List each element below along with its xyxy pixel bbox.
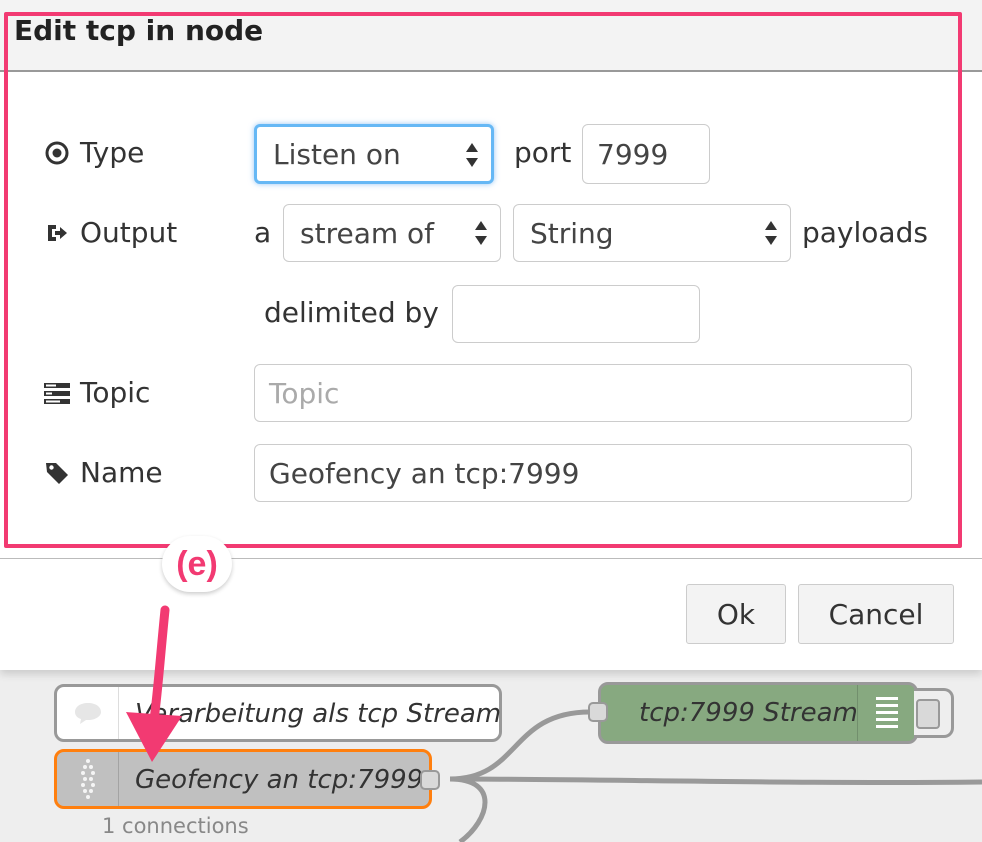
dialog-header: Edit tcp in node <box>0 0 982 72</box>
select-arrows-icon <box>765 221 777 245</box>
output-mode-select[interactable]: stream of <box>283 204 501 262</box>
select-arrows-icon <box>466 143 478 167</box>
name-input-value: Geofency an tcp:7999 <box>269 456 580 490</box>
type-label: Type <box>80 136 145 169</box>
topic-label: Topic <box>80 376 151 409</box>
connections-count: 1 connections <box>102 814 249 838</box>
port-input[interactable]: 7999 <box>582 124 710 184</box>
tcp-in-output-port[interactable] <box>420 770 440 790</box>
dialog-title: Edit tcp in node <box>14 14 264 47</box>
output-type-select[interactable]: String <box>513 204 791 262</box>
output-row-label: Output <box>44 216 177 249</box>
debug-input-port[interactable] <box>588 702 608 722</box>
sign-out-icon <box>44 220 70 246</box>
stage: Verarbeitung als tcp Stream Geofency an … <box>0 0 982 842</box>
type-row-label: Type <box>44 136 144 169</box>
port-input-value: 7999 <box>597 137 669 171</box>
topic-input[interactable]: Topic <box>254 364 912 422</box>
output-label: Output <box>80 216 178 249</box>
ok-button[interactable]: Ok <box>686 584 786 644</box>
debug-node[interactable]: tcp:7999 Stream <box>598 682 918 744</box>
comment-icon <box>57 687 119 739</box>
output-type-value: String <box>530 216 614 250</box>
delimiter-input[interactable] <box>452 285 700 343</box>
type-select-value: Listen on <box>273 137 401 171</box>
tcp-wave-icon <box>57 752 119 806</box>
select-arrows-icon <box>475 221 487 245</box>
debug-toggle-button[interactable] <box>914 688 954 738</box>
type-select[interactable]: Listen on <box>254 124 494 184</box>
delimited-label: delimited by <box>264 296 439 329</box>
name-input[interactable]: Geofency an tcp:7999 <box>254 444 912 502</box>
topic-row-label: Topic <box>44 376 150 409</box>
dot-circle-icon <box>44 140 70 166</box>
debug-node-label: tcp:7999 Stream <box>639 698 858 728</box>
output-suffix: payloads <box>802 216 928 249</box>
port-label: port <box>514 136 572 169</box>
topic-placeholder: Topic <box>269 376 340 410</box>
edit-node-dialog: Edit tcp in node Type Listen on port 799… <box>0 0 982 670</box>
tcp-in-node-label: Geofency an tcp:7999 <box>135 765 424 795</box>
name-label: Name <box>80 456 163 489</box>
output-mode-value: stream of <box>300 216 435 250</box>
annotation-label: (e) <box>162 536 232 592</box>
comment-node[interactable]: Verarbeitung als tcp Stream <box>54 684 502 742</box>
debug-list-icon <box>857 685 915 741</box>
comment-node-label: Verarbeitung als tcp Stream <box>135 699 502 729</box>
tag-icon <box>44 460 70 486</box>
tcp-in-node[interactable]: Geofency an tcp:7999 <box>54 749 432 809</box>
cancel-button[interactable]: Cancel <box>798 584 954 644</box>
name-row-label: Name <box>44 456 163 489</box>
tasks-icon <box>44 380 70 406</box>
output-prefix: a <box>254 216 272 249</box>
